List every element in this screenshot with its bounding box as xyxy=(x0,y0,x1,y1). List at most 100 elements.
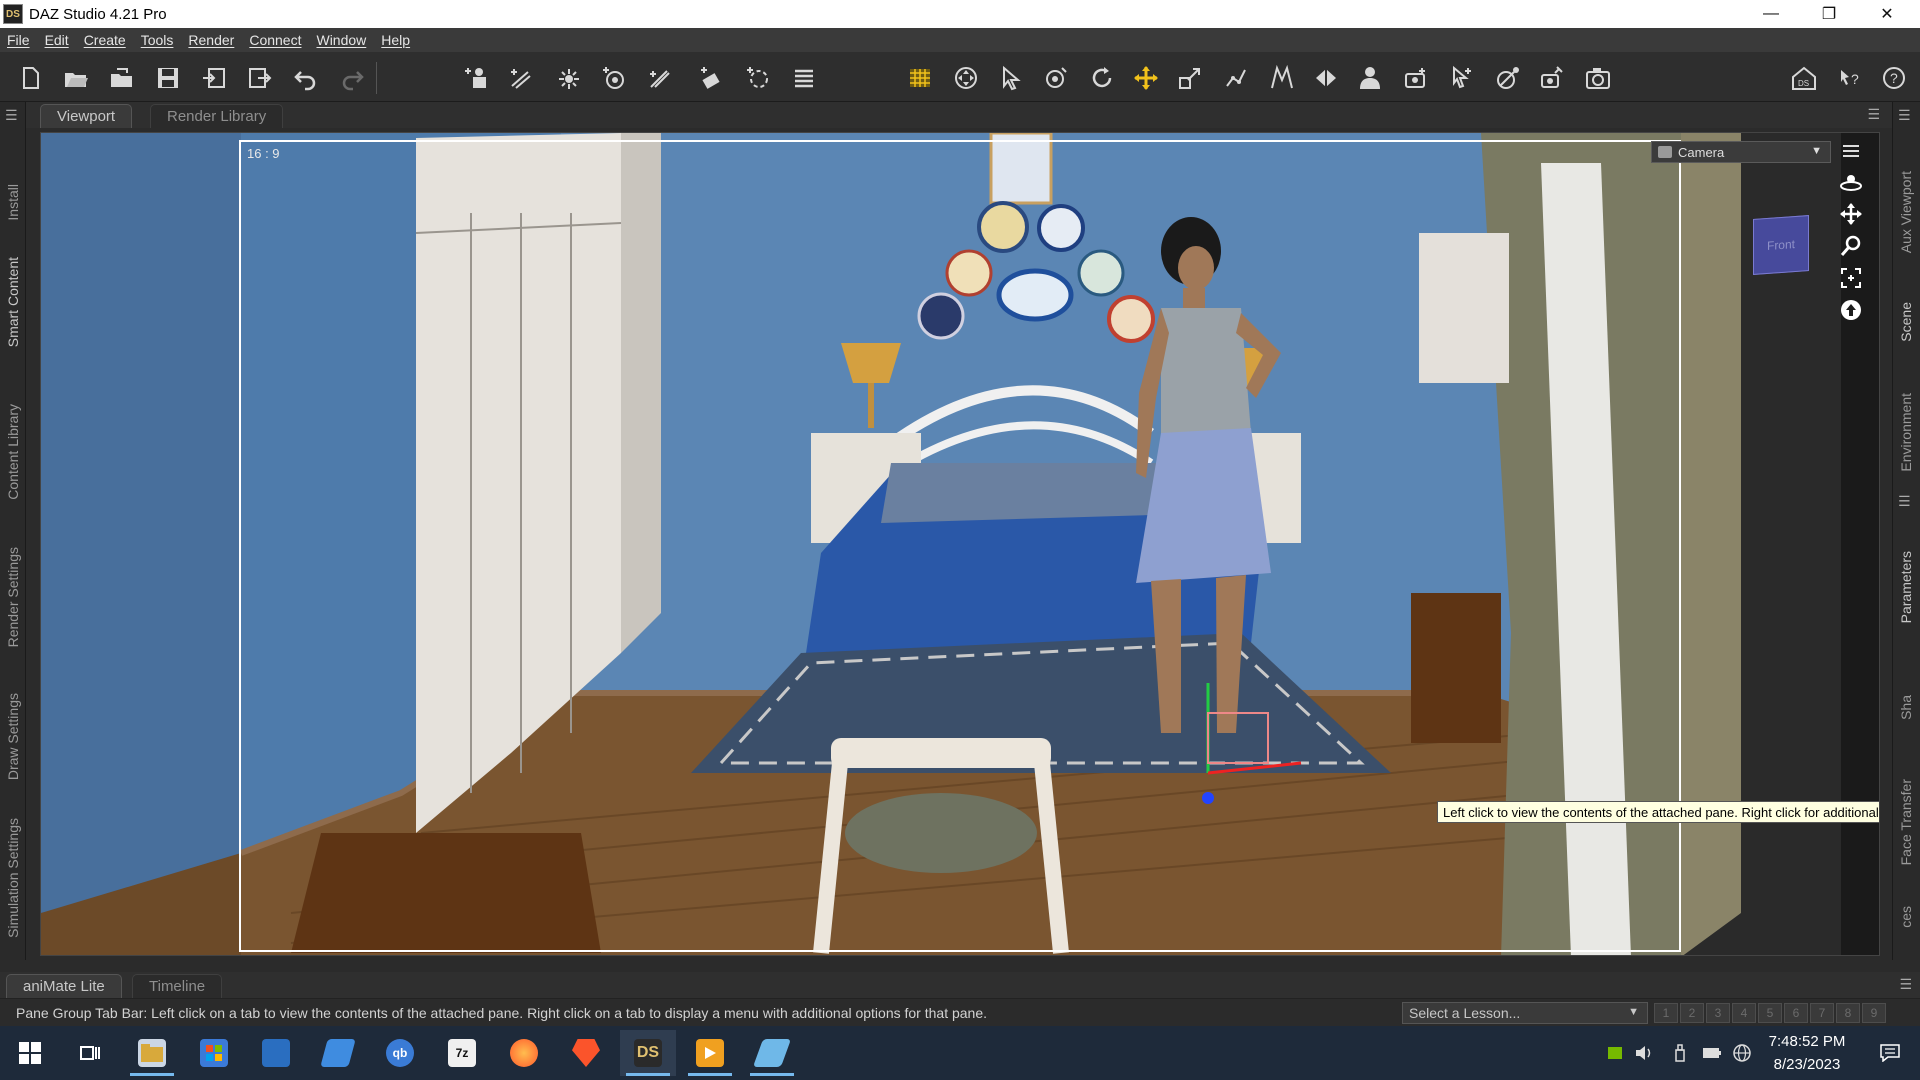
viewport-options-icon[interactable] xyxy=(1837,138,1865,166)
lesson-step-button[interactable]: 9 xyxy=(1862,1003,1886,1023)
menu-render[interactable]: Render xyxy=(181,32,242,48)
lesson-step-button[interactable]: 7 xyxy=(1810,1003,1834,1023)
menu-window[interactable]: Window xyxy=(309,32,374,48)
null-icon[interactable] xyxy=(740,60,776,96)
3d-scene-render[interactable] xyxy=(41,133,1880,956)
reset-view-icon[interactable] xyxy=(1837,296,1865,324)
notes-icon[interactable] xyxy=(310,1030,366,1076)
tab-draw-settings[interactable]: Draw Settings xyxy=(0,662,26,812)
viewport-pane-menu-icon[interactable]: ☰ xyxy=(1867,106,1880,123)
undo-icon[interactable] xyxy=(288,60,324,96)
active-pose-icon[interactable] xyxy=(1444,60,1480,96)
help-icon[interactable]: ? xyxy=(1876,60,1912,96)
frame-selection-icon[interactable] xyxy=(1837,264,1865,292)
menu-create[interactable]: Create xyxy=(77,32,134,48)
tab-simulation-settings[interactable]: Simulation Settings xyxy=(0,818,26,938)
left-pane-menu-icon[interactable]: ☰ xyxy=(5,108,21,122)
7zip-icon[interactable]: 7z xyxy=(434,1030,490,1076)
right-pane-menu-icon-2[interactable]: ☰ xyxy=(1898,494,1914,508)
rotate-joint-icon[interactable] xyxy=(1038,60,1074,96)
rotate-icon[interactable] xyxy=(1084,60,1120,96)
tab-viewport[interactable]: Viewport xyxy=(40,104,133,128)
import-icon[interactable] xyxy=(196,60,232,96)
battery-icon[interactable] xyxy=(1698,1026,1726,1080)
camera-create-icon[interactable] xyxy=(694,60,730,96)
media-player-icon[interactable] xyxy=(682,1030,738,1076)
3d-viewport[interactable]: 16 : 9 Camera ▼ Front Left click to view… xyxy=(40,132,1880,956)
open-folder-icon[interactable] xyxy=(58,60,94,96)
daz-studio-icon[interactable]: DS xyxy=(620,1030,676,1076)
open-recent-icon[interactable] xyxy=(104,60,140,96)
lesson-step-button[interactable]: 8 xyxy=(1836,1003,1860,1023)
lesson-step-button[interactable]: 1 xyxy=(1654,1003,1678,1023)
lesson-step-button[interactable]: 6 xyxy=(1784,1003,1808,1023)
menu-help[interactable]: Help xyxy=(374,32,418,48)
spot-render-icon[interactable] xyxy=(1490,60,1526,96)
daz-studio-app-icon[interactable]: DS xyxy=(3,4,23,24)
lesson-step-button[interactable]: 3 xyxy=(1706,1003,1730,1023)
distant-light-icon[interactable] xyxy=(550,60,586,96)
orbit-icon[interactable] xyxy=(1837,168,1865,196)
menu-tools[interactable]: Tools xyxy=(134,32,182,48)
export-icon[interactable] xyxy=(242,60,278,96)
point-light-icon[interactable] xyxy=(596,60,632,96)
menu-edit[interactable]: Edit xyxy=(38,32,77,48)
file-explorer-icon[interactable] xyxy=(124,1030,180,1076)
tab-content-library[interactable]: Content Library xyxy=(0,372,26,532)
translate-icon[interactable] xyxy=(1128,60,1164,96)
windows-start-icon[interactable] xyxy=(2,1030,58,1076)
new-file-icon[interactable] xyxy=(12,60,48,96)
remote-desktop-icon[interactable] xyxy=(248,1030,304,1076)
save-icon[interactable] xyxy=(150,60,186,96)
menu-file[interactable]: File xyxy=(0,32,38,48)
lesson-step-button[interactable]: 5 xyxy=(1758,1003,1782,1023)
tab-shaping[interactable]: Sha xyxy=(1893,662,1919,752)
node-selection-icon[interactable] xyxy=(992,60,1028,96)
tab-render-settings[interactable]: Render Settings xyxy=(0,522,26,672)
nvidia-tray-icon[interactable] xyxy=(1602,1026,1628,1080)
zoom-icon[interactable] xyxy=(1837,232,1865,260)
tab-environment[interactable]: Environment xyxy=(1893,372,1919,492)
redo-icon[interactable] xyxy=(334,60,370,96)
figure-setup-icon[interactable] xyxy=(1352,60,1388,96)
tab-render-library[interactable]: Render Library xyxy=(150,104,284,128)
lesson-select[interactable]: Select a Lesson... ▼ xyxy=(1402,1002,1648,1024)
volume-icon[interactable] xyxy=(1630,1026,1658,1080)
camera-select[interactable]: Camera ▼ xyxy=(1651,141,1831,163)
linear-light-icon[interactable] xyxy=(642,60,678,96)
firefox-icon[interactable] xyxy=(496,1030,552,1076)
app-icon[interactable] xyxy=(744,1030,800,1076)
universal-tool-icon[interactable] xyxy=(948,60,984,96)
minimize-button[interactable]: — xyxy=(1742,0,1800,28)
lesson-step-button[interactable]: 4 xyxy=(1732,1003,1756,1023)
task-view-icon[interactable] xyxy=(62,1030,118,1076)
render-icon[interactable] xyxy=(1580,60,1616,96)
render-grid-icon[interactable] xyxy=(902,60,938,96)
bottom-pane-menu-icon[interactable]: ☰ xyxy=(1899,976,1912,993)
tab-face-transfer[interactable]: Face Transfer xyxy=(1893,762,1919,882)
usb-icon[interactable] xyxy=(1666,1026,1694,1080)
tab-timeline[interactable]: Timeline xyxy=(132,974,223,998)
spotlight-icon[interactable] xyxy=(504,60,540,96)
daz-home-icon[interactable]: DS xyxy=(1786,60,1822,96)
tab-surfaces[interactable]: ces xyxy=(1893,892,1919,942)
list-icon[interactable] xyxy=(786,60,822,96)
lesson-step-button[interactable]: 2 xyxy=(1680,1003,1704,1023)
scale-icon[interactable] xyxy=(1172,60,1208,96)
right-pane-menu-icon[interactable]: ☰ xyxy=(1898,108,1914,122)
tab-animate-lite[interactable]: aniMate Lite xyxy=(6,974,122,998)
restore-button[interactable]: ❐ xyxy=(1800,0,1858,28)
system-clock[interactable]: 7:48:52 PM 8/23/2023 xyxy=(1752,1030,1862,1076)
view-cube[interactable]: Front xyxy=(1753,215,1809,275)
tab-aux-viewport[interactable]: Aux Viewport xyxy=(1893,142,1919,282)
microsoft-store-icon[interactable] xyxy=(186,1030,242,1076)
brave-icon[interactable] xyxy=(558,1030,614,1076)
pan-icon[interactable] xyxy=(1837,200,1865,228)
tab-smart-content[interactable]: Smart Content xyxy=(0,222,26,382)
qbittorrent-icon[interactable]: qb xyxy=(372,1030,428,1076)
whats-this-icon[interactable]: ? xyxy=(1832,60,1868,96)
notification-center-icon[interactable] xyxy=(1862,1026,1918,1080)
tab-scene[interactable]: Scene xyxy=(1893,282,1919,362)
tab-parameters[interactable]: Parameters xyxy=(1893,522,1919,652)
menu-connect[interactable]: Connect xyxy=(242,32,309,48)
